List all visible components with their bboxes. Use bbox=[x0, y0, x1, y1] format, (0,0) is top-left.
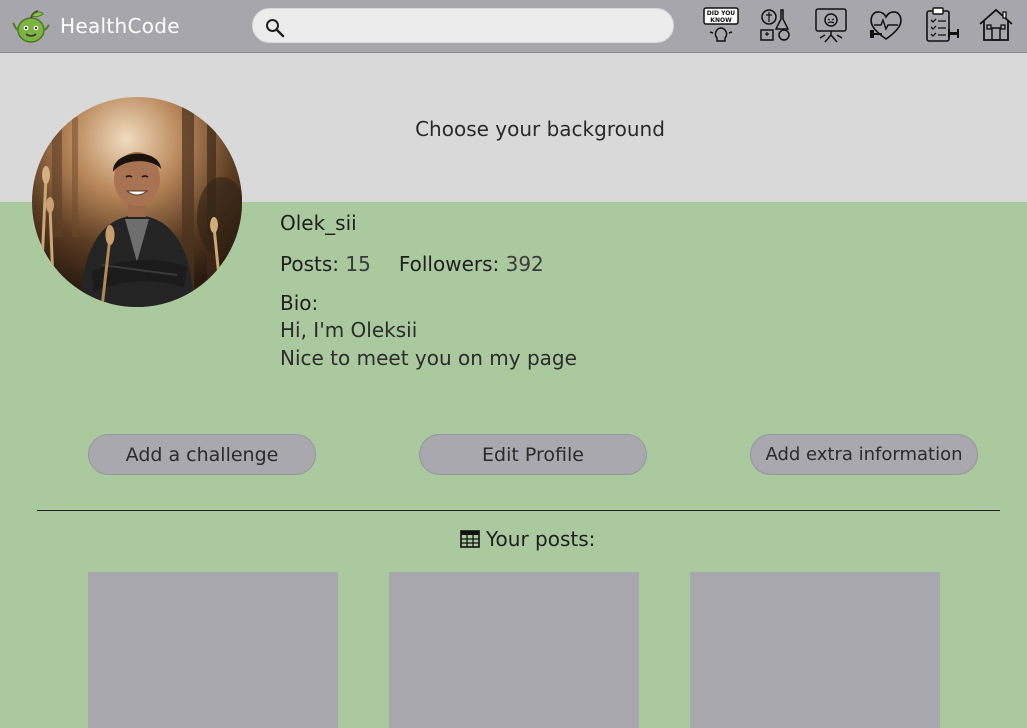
post-thumbnail[interactable] bbox=[389, 572, 639, 728]
brand-name: HealthCode bbox=[60, 14, 180, 38]
add-challenge-button[interactable]: Add a challenge bbox=[88, 434, 316, 475]
followers-label[interactable]: Followers: bbox=[399, 252, 499, 276]
science-icon[interactable] bbox=[757, 6, 795, 44]
post-thumbnail[interactable] bbox=[88, 572, 338, 728]
username: Olek_sii bbox=[280, 211, 357, 235]
bio-line: Hi, I'm Oleksii bbox=[280, 318, 418, 342]
posts-heading-text: Your posts: bbox=[486, 527, 596, 551]
avatar-photo bbox=[32, 97, 242, 307]
table-icon bbox=[460, 530, 480, 548]
profile-page: HealthCode DID YOU KNOW Choose your back… bbox=[0, 0, 1027, 728]
edit-profile-button[interactable]: Edit Profile bbox=[419, 434, 647, 475]
section-divider bbox=[37, 510, 1000, 511]
top-navbar: HealthCode DID YOU KNOW bbox=[0, 0, 1027, 53]
post-thumbnail[interactable] bbox=[690, 572, 940, 728]
search-bar[interactable] bbox=[252, 8, 674, 43]
add-extra-information-button[interactable]: Add extra information bbox=[750, 434, 978, 475]
did-you-know-text-2: KNOW bbox=[710, 17, 732, 24]
bio-line: Nice to meet you on my page bbox=[280, 346, 577, 370]
profile-stats: Posts: 15 Followers: 392 bbox=[280, 252, 544, 276]
posts-count: 15 bbox=[345, 252, 371, 276]
did-you-know-text-1: DID YOU bbox=[707, 10, 736, 17]
search-icon bbox=[266, 19, 285, 38]
posts-heading: Your posts: bbox=[460, 527, 595, 551]
heart-fitness-icon[interactable] bbox=[867, 6, 905, 44]
followers-count[interactable]: 392 bbox=[506, 252, 544, 276]
search-input[interactable] bbox=[293, 13, 667, 41]
apple-logo-icon bbox=[12, 10, 50, 43]
brand[interactable]: HealthCode bbox=[12, 8, 180, 44]
posts-label: Posts: bbox=[280, 252, 340, 276]
home-icon[interactable] bbox=[977, 6, 1015, 44]
nav-icon-group: DID YOU KNOW bbox=[702, 6, 1015, 44]
stress-icon[interactable] bbox=[812, 6, 850, 44]
bio-label: Bio: bbox=[280, 291, 319, 315]
avatar[interactable] bbox=[32, 97, 242, 307]
did-you-know-icon[interactable]: DID YOU KNOW bbox=[702, 6, 740, 44]
checklist-icon[interactable] bbox=[922, 6, 960, 44]
